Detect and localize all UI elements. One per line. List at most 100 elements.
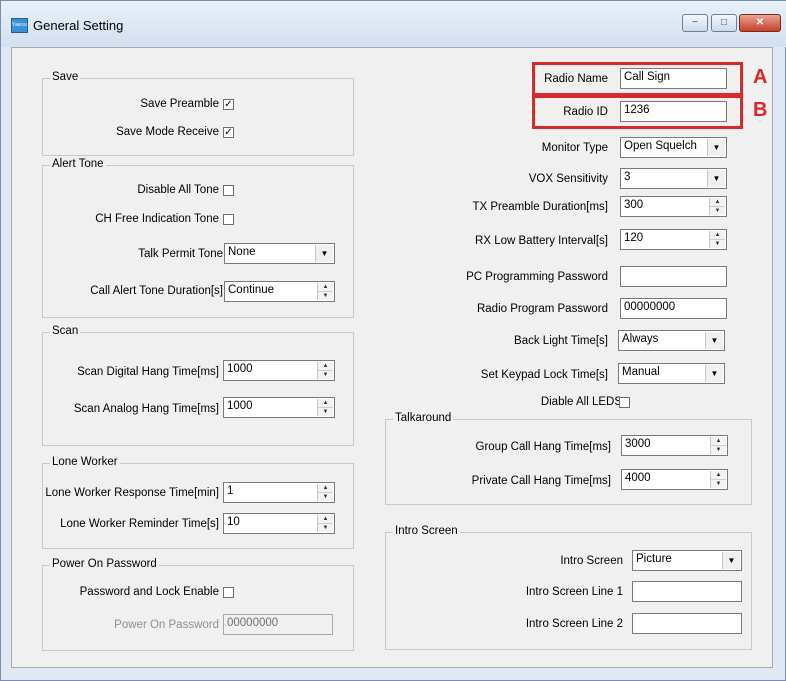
lone-worker-legend: Lone Worker	[50, 456, 120, 468]
spin-arrows[interactable]: ▲ ▼	[317, 362, 333, 379]
vox-sensitivity-value: 3	[624, 171, 631, 183]
spin-down-icon[interactable]: ▼	[318, 524, 333, 532]
monitor-type-select[interactable]: Open Squelch ▼	[620, 137, 727, 158]
lone-worker-reminder-time-stepper[interactable]: 10 ▲ ▼	[223, 513, 335, 534]
scan-group: Scan Scan Digital Hang Time[ms] 1000 ▲ ▼ …	[42, 325, 354, 446]
alert-tone-legend: Alert Tone	[50, 158, 106, 170]
spin-down-icon[interactable]: ▼	[318, 371, 333, 379]
monitor-type-value: Open Squelch	[624, 140, 697, 152]
power-on-password-input[interactable]: 00000000	[223, 614, 333, 635]
close-icon: ✕	[755, 17, 765, 28]
window-title: General Setting	[33, 18, 124, 33]
call-alert-tone-duration-value: Continue	[228, 284, 275, 296]
private-call-hang-time-stepper[interactable]: 4000 ▲ ▼	[621, 469, 728, 490]
app-icon: Yaesu	[11, 18, 28, 33]
spin-up-icon[interactable]: ▲	[318, 515, 333, 524]
scan-analog-hang-time-label: Scan Analog Hang Time[ms]	[73, 403, 219, 415]
spin-down-icon[interactable]: ▼	[710, 207, 725, 215]
intro-screen-select[interactable]: Picture ▼	[632, 550, 742, 571]
save-mode-receive-checkbox[interactable]: ✓	[223, 127, 234, 138]
spin-up-icon[interactable]: ▲	[318, 484, 333, 493]
keypad-lock-time-value: Manual	[622, 366, 660, 378]
monitor-type-label: Monitor Type	[541, 142, 608, 154]
spin-down-icon[interactable]: ▼	[711, 480, 726, 488]
group-call-hang-time-stepper[interactable]: 3000 ▲ ▼	[621, 435, 728, 456]
save-legend: Save	[50, 71, 81, 83]
lone-worker-response-time-value: 1	[227, 485, 234, 497]
disable-all-tone-label: Disable All Tone	[137, 184, 219, 196]
spin-up-icon[interactable]: ▲	[318, 283, 333, 292]
intro-screen-group: Intro Screen Intro Screen Picture ▼ Intr…	[385, 525, 752, 650]
spin-up-icon[interactable]: ▲	[318, 399, 333, 408]
intro-screen-line2-input[interactable]	[632, 613, 742, 634]
spin-arrows[interactable]: ▲ ▼	[709, 231, 725, 248]
spin-down-icon[interactable]: ▼	[318, 292, 333, 300]
back-light-time-value: Always	[622, 333, 659, 345]
spin-up-icon[interactable]: ▲	[318, 362, 333, 371]
spin-arrows[interactable]: ▲ ▼	[709, 198, 725, 215]
lone-worker-reminder-time-label: Lone Worker Reminder Time[s]	[60, 518, 219, 530]
intro-screen-value: Picture	[636, 553, 672, 565]
chevron-down-icon: ▼	[707, 139, 725, 156]
spin-arrows[interactable]: ▲ ▼	[317, 515, 333, 532]
spin-arrows[interactable]: ▲ ▼	[710, 437, 726, 454]
rx-low-battery-value: 120	[624, 232, 644, 244]
intro-screen-line1-label: Intro Screen Line 1	[525, 586, 623, 598]
scan-digital-hang-time-label: Scan Digital Hang Time[ms]	[77, 366, 219, 378]
ch-free-indication-tone-label: CH Free Indication Tone	[95, 213, 219, 225]
scan-analog-hang-time-stepper[interactable]: 1000 ▲ ▼	[223, 397, 335, 418]
intro-screen-label: Intro Screen	[560, 555, 623, 567]
alert-tone-group: Alert Tone Disable All Tone CH Free Indi…	[42, 158, 354, 318]
settings-panel: Save Save Preamble ✓ Save Mode Receive ✓…	[11, 47, 773, 668]
spin-up-icon[interactable]: ▲	[711, 437, 726, 446]
call-alert-tone-duration-stepper[interactable]: Continue ▲ ▼	[224, 281, 335, 302]
intro-screen-line1-input[interactable]	[632, 581, 742, 602]
keypad-lock-time-label: Set Keypad Lock Time[s]	[480, 369, 608, 381]
rx-low-battery-stepper[interactable]: 120 ▲ ▼	[620, 229, 727, 250]
lone-worker-response-time-stepper[interactable]: 1 ▲ ▼	[223, 482, 335, 503]
close-button[interactable]: ✕	[739, 14, 781, 32]
talk-permit-tone-select[interactable]: None ▼	[224, 243, 335, 264]
general-setting-window: Yaesu General Setting − □ ✕ Save Save Pr…	[0, 0, 786, 681]
spin-up-icon[interactable]: ▲	[711, 471, 726, 480]
spin-arrows[interactable]: ▲ ▼	[710, 471, 726, 488]
radio-program-password-input[interactable]: 00000000	[620, 298, 727, 319]
spin-up-icon[interactable]: ▲	[710, 198, 725, 207]
scan-digital-hang-time-stepper[interactable]: 1000 ▲ ▼	[223, 360, 335, 381]
spin-arrows[interactable]: ▲ ▼	[317, 399, 333, 416]
chevron-down-icon: ▼	[315, 245, 333, 262]
chevron-down-icon: ▼	[705, 332, 723, 349]
save-preamble-checkbox[interactable]: ✓	[223, 99, 234, 110]
maximize-button[interactable]: □	[711, 14, 737, 32]
lone-worker-reminder-time-value: 10	[227, 516, 240, 528]
spin-up-icon[interactable]: ▲	[710, 231, 725, 240]
scan-analog-hang-time-value: 1000	[227, 400, 253, 412]
minimize-button[interactable]: −	[682, 14, 708, 32]
password-lock-enable-checkbox[interactable]	[223, 587, 234, 598]
annotation-label-a: A	[753, 66, 768, 88]
spin-down-icon[interactable]: ▼	[318, 493, 333, 501]
power-on-password-group: Power On Password Password and Lock Enab…	[42, 558, 354, 651]
ch-free-indication-tone-checkbox[interactable]	[223, 214, 234, 225]
tx-preamble-stepper[interactable]: 300 ▲ ▼	[620, 196, 727, 217]
vox-sensitivity-select[interactable]: 3 ▼	[620, 168, 727, 189]
vox-sensitivity-label: VOX Sensitivity	[528, 173, 608, 185]
spin-arrows[interactable]: ▲ ▼	[317, 283, 333, 300]
pc-programming-password-label: PC Programming Password	[466, 271, 608, 283]
private-call-hang-time-label: Private Call Hang Time[ms]	[471, 475, 611, 487]
spin-down-icon[interactable]: ▼	[710, 240, 725, 248]
pc-programming-password-input[interactable]	[620, 266, 727, 287]
keypad-lock-time-select[interactable]: Manual ▼	[618, 363, 725, 384]
disable-all-leds-checkbox[interactable]	[619, 397, 630, 408]
disable-all-tone-checkbox[interactable]	[223, 185, 234, 196]
scan-legend: Scan	[50, 325, 81, 337]
talkaround-group: Talkaround Group Call Hang Time[ms] 3000…	[385, 412, 752, 505]
spin-down-icon[interactable]: ▼	[711, 446, 726, 454]
title-bar[interactable]: Yaesu General Setting − □ ✕	[1, 1, 786, 47]
spin-down-icon[interactable]: ▼	[318, 408, 333, 416]
chevron-down-icon: ▼	[705, 365, 723, 382]
spin-arrows[interactable]: ▲ ▼	[317, 484, 333, 501]
scan-digital-hang-time-value: 1000	[227, 363, 253, 375]
tx-preamble-label: TX Preamble Duration[ms]	[472, 201, 609, 213]
back-light-time-select[interactable]: Always ▼	[618, 330, 725, 351]
